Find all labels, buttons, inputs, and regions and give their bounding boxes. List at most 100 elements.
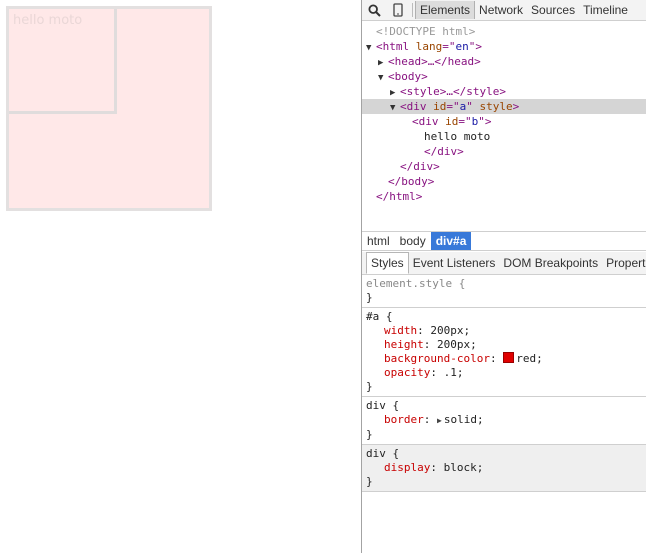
property-name[interactable]: display	[384, 461, 430, 474]
dom-token: ="	[446, 100, 460, 113]
rule-selector[interactable]: div {	[366, 399, 643, 413]
dom-token: <head>…</head>	[388, 55, 481, 68]
rule-closing-brace: }	[366, 380, 373, 393]
style-property[interactable]: height: 200px;	[366, 338, 643, 352]
dom-tree-node[interactable]: <div id="b">	[362, 114, 646, 129]
breadcrumb: html body div#a	[362, 231, 646, 251]
color-swatch-icon[interactable]	[503, 352, 515, 363]
styles-pane: element.style {} #a {width: 200px; height:…	[362, 275, 646, 553]
dom-token: <style>…</style>	[400, 85, 506, 98]
style-rule: div {display: block;}	[362, 445, 646, 492]
property-value[interactable]: .1;	[444, 366, 464, 379]
property-value[interactable]: solid;	[444, 413, 484, 426]
style-rule: element.style {}	[362, 275, 646, 308]
page-viewport: hello moto	[0, 0, 361, 553]
expanded-triangle-icon[interactable]: ▼	[378, 71, 388, 86]
div-a-box[interactable]: hello moto	[6, 6, 212, 211]
dom-tree-node[interactable]: ▶ <style>…</style>	[362, 84, 646, 99]
property-value[interactable]: 200px;	[430, 324, 470, 337]
devtools-toolbar: Elements Network Sources Timeline	[362, 0, 646, 21]
dom-token: <div	[412, 115, 446, 128]
style-property[interactable]: display: block;	[366, 461, 643, 475]
dom-token: ">	[478, 115, 492, 128]
style-property[interactable]: width: 200px;	[366, 324, 643, 338]
box-text: hello moto	[13, 13, 83, 28]
dom-token: style	[479, 100, 513, 113]
property-value[interactable]: 200px;	[437, 338, 477, 351]
dom-token: id	[433, 100, 447, 113]
search-icon[interactable]	[362, 0, 386, 20]
tab-event-listeners[interactable]: Event Listeners	[409, 253, 500, 273]
style-property[interactable]: opacity: .1;	[366, 366, 643, 380]
style-property[interactable]: background-color: red;	[366, 352, 643, 366]
dom-tree-node[interactable]: ▼ <body>	[362, 69, 646, 84]
expanded-triangle-icon[interactable]: ▼	[366, 41, 376, 56]
property-colon: :	[417, 324, 431, 337]
dom-tree-node[interactable]: ▶ <head>…</head>	[362, 54, 646, 69]
property-name[interactable]: border	[384, 413, 424, 426]
property-name[interactable]: background-color	[384, 352, 490, 365]
property-value[interactable]: block;	[444, 461, 484, 474]
sidebar-tabs: Styles Event Listeners DOM Breakpoints P…	[362, 252, 646, 275]
dom-token: <div	[400, 100, 434, 113]
breadcrumb-body[interactable]: body	[395, 232, 431, 250]
dom-tree: <!DOCTYPE html> ▼ <html lang="en"> ▶ <head>……	[362, 21, 646, 234]
property-name[interactable]: opacity	[384, 366, 430, 379]
expanded-triangle-icon[interactable]: ▼	[390, 101, 400, 116]
tab-elements[interactable]: Elements	[415, 1, 476, 19]
dom-token: ="	[442, 40, 456, 53]
device-mode-icon[interactable]	[386, 0, 410, 20]
breadcrumb-html[interactable]: html	[362, 232, 395, 250]
tab-properties[interactable]: Properties	[602, 253, 646, 273]
tab-styles[interactable]: Styles	[366, 252, 409, 274]
dom-token: >	[512, 100, 520, 113]
dom-token: lang	[415, 40, 443, 53]
style-rule: #a {width: 200px; height: 200px; backgroun…	[362, 308, 646, 397]
rule-closing-brace: }	[366, 428, 373, 441]
property-colon: :	[423, 338, 437, 351]
style-rule: div {border: ▶ solid;}	[362, 397, 646, 445]
property-colon: :	[489, 352, 504, 365]
dom-tree-node[interactable]: ▼ <div id="a" style>	[362, 99, 646, 114]
property-name[interactable]: width	[384, 324, 417, 337]
rule-selector[interactable]: element.style {	[366, 277, 643, 291]
dom-token: hello moto	[424, 130, 491, 143]
tab-dom-breakpoints[interactable]: DOM Breakpoints	[499, 253, 602, 273]
dom-token: ">	[468, 40, 482, 53]
property-colon: :	[423, 413, 437, 426]
dom-token: id	[445, 115, 459, 128]
dom-token: </html>	[376, 190, 423, 203]
dom-token: en	[455, 40, 469, 53]
property-colon: :	[430, 461, 444, 474]
expand-shorthand-icon[interactable]: ▶	[437, 416, 442, 425]
dom-token: "	[466, 100, 480, 113]
style-property[interactable]: border: ▶ solid;	[366, 413, 643, 428]
breadcrumb-div-a[interactable]: div#a	[430, 232, 472, 250]
tab-timeline[interactable]: Timeline	[579, 1, 632, 19]
dom-tree-node[interactable]: ▼ <html lang="en">	[362, 39, 646, 54]
dom-tree-node[interactable]: hello moto	[362, 129, 646, 144]
rule-selector[interactable]: div {	[366, 447, 643, 461]
dom-token: </div>	[400, 160, 440, 173]
dom-token: <html	[376, 40, 416, 53]
rule-selector[interactable]: #a {	[366, 310, 643, 324]
dom-token: <body>	[388, 70, 428, 83]
dom-tree-node[interactable]: </div>	[362, 159, 646, 174]
tab-network[interactable]: Network	[475, 1, 527, 19]
tab-sources[interactable]: Sources	[527, 1, 579, 19]
dom-token: </body>	[388, 175, 435, 188]
div-b-box[interactable]: hello moto	[9, 9, 117, 114]
rule-closing-brace: }	[366, 291, 373, 304]
dom-tree-node[interactable]: <!DOCTYPE html>	[362, 24, 646, 39]
dom-token: </div>	[424, 145, 464, 158]
toolbar-separator	[412, 3, 413, 17]
dom-tree-node[interactable]: </div>	[362, 144, 646, 159]
property-name[interactable]: height	[384, 338, 424, 351]
property-value[interactable]: red;	[516, 352, 543, 365]
dom-tree-node[interactable]: </html>	[362, 189, 646, 204]
devtools-panel: Elements Network Sources Timeline <!DOCT…	[361, 0, 646, 553]
dom-tree-node[interactable]: </body>	[362, 174, 646, 189]
dom-token: <!DOCTYPE html>	[376, 25, 476, 38]
rule-closing-brace: }	[366, 475, 373, 488]
property-colon: :	[430, 366, 444, 379]
